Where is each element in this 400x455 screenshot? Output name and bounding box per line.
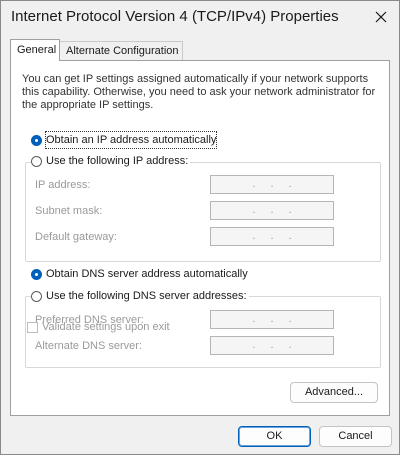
- radio-unchecked-icon: [31, 155, 42, 167]
- properties-dialog: Internet Protocol Version 4 (TCP/IPv4) P…: [0, 0, 400, 455]
- use-following-ip-radio[interactable]: Use the following IP address:: [31, 153, 191, 169]
- intro-text: You can get IP settings assigned automat…: [22, 73, 376, 111]
- alternate-dns-input[interactable]: . . .: [210, 336, 334, 355]
- ip-address-label: IP address:: [35, 179, 91, 191]
- general-panel: You can get IP settings assigned automat…: [10, 60, 390, 416]
- default-gateway-input[interactable]: . . .: [210, 227, 334, 246]
- close-button[interactable]: [369, 5, 393, 29]
- subnet-mask-input[interactable]: . . .: [210, 201, 334, 220]
- checkbox-unchecked-icon: [27, 321, 38, 333]
- advanced-button[interactable]: Advanced...: [290, 382, 378, 403]
- obtain-dns-auto-radio[interactable]: Obtain DNS server address automatically: [31, 266, 250, 282]
- subnet-mask-label: Subnet mask:: [35, 205, 103, 217]
- close-icon: [375, 11, 387, 23]
- validate-settings-checkbox[interactable]: Validate settings upon exit: [27, 321, 170, 333]
- ip-address-input[interactable]: . . .: [210, 175, 334, 194]
- use-following-dns-label: Use the following DNS server addresses:: [46, 290, 247, 302]
- obtain-ip-auto-label: Obtain an IP address automatically: [44, 131, 218, 149]
- radio-checked-icon: [31, 134, 42, 146]
- title-bar: Internet Protocol Version 4 (TCP/IPv4) P…: [1, 1, 399, 33]
- use-following-ip-label: Use the following IP address:: [46, 155, 189, 167]
- alternate-dns-label: Alternate DNS server:: [35, 340, 142, 352]
- dialog-title: Internet Protocol Version 4 (TCP/IPv4) P…: [11, 8, 339, 25]
- radio-checked-icon: [31, 268, 42, 280]
- ok-button[interactable]: OK: [238, 426, 311, 447]
- tab-alternate-configuration[interactable]: Alternate Configuration: [59, 41, 183, 60]
- obtain-dns-auto-label: Obtain DNS server address automatically: [46, 268, 248, 280]
- tab-general[interactable]: General: [10, 39, 60, 61]
- radio-unchecked-icon: [31, 290, 42, 302]
- preferred-dns-input[interactable]: . . .: [210, 310, 334, 329]
- obtain-ip-auto-radio[interactable]: Obtain an IP address automatically: [31, 131, 219, 149]
- default-gateway-label: Default gateway:: [35, 231, 117, 243]
- use-following-dns-radio[interactable]: Use the following DNS server addresses:: [31, 288, 249, 304]
- cancel-button[interactable]: Cancel: [319, 426, 392, 447]
- validate-settings-label: Validate settings upon exit: [42, 321, 170, 333]
